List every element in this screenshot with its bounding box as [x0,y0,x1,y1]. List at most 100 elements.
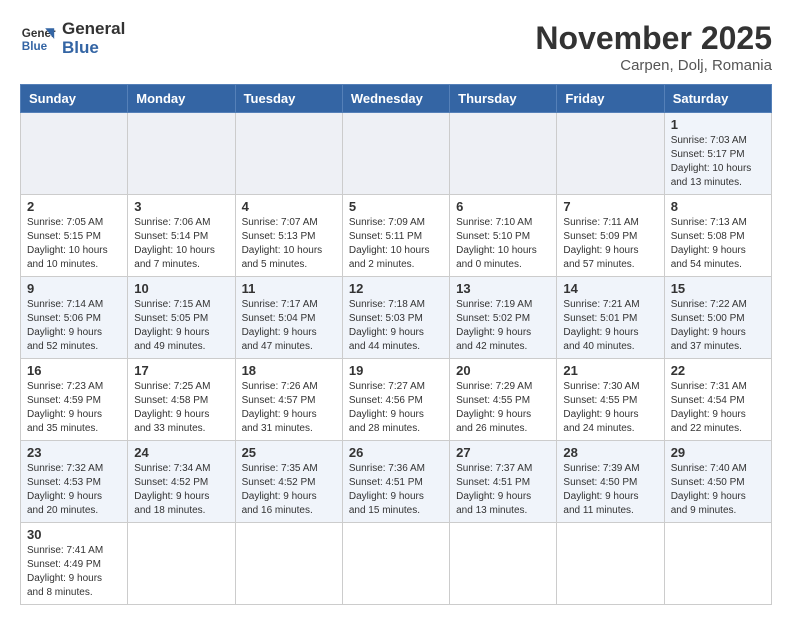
calendar-week-row: 9 Sunrise: 7:14 AM Sunset: 5:06 PM Daylig… [21,277,772,359]
day-number: 17 [134,363,228,378]
calendar-cell: 24 Sunrise: 7:34 AM Sunset: 4:52 PM Dayli… [128,441,235,523]
calendar-cell: 17 Sunrise: 7:25 AM Sunset: 4:58 PM Dayli… [128,359,235,441]
calendar-cell: 13 Sunrise: 7:19 AM Sunset: 5:02 PM Dayli… [450,277,557,359]
day-info: Sunrise: 7:37 AM Sunset: 4:51 PM Dayligh… [456,462,550,518]
weekday-header-tuesday: Tuesday [235,85,342,113]
calendar-cell: 25 Sunrise: 7:35 AM Sunset: 4:52 PM Dayli… [235,441,342,523]
calendar-week-row: 1 Sunrise: 7:03 AM Sunset: 5:17 PM Daylig… [21,113,772,195]
calendar-cell: 12Sunrise: 7:18 AM Sunset: 5:03 PM Dayli… [342,277,449,359]
day-number: 10 [134,281,228,296]
calendar-cell: 19Sunrise: 7:27 AM Sunset: 4:56 PM Dayli… [342,359,449,441]
calendar-cell [450,523,557,605]
day-info: Sunrise: 7:09 AM Sunset: 5:11 PM Dayligh… [349,216,443,272]
calendar-cell: 22Sunrise: 7:31 AM Sunset: 4:54 PM Dayli… [664,359,771,441]
day-number: 8 [671,199,765,214]
day-info: Sunrise: 7:14 AM Sunset: 5:06 PM Dayligh… [27,298,121,354]
calendar-table: SundayMondayTuesdayWednesdayThursdayFrid… [20,84,772,605]
calendar-cell: 6 Sunrise: 7:10 AM Sunset: 5:10 PM Daylig… [450,195,557,277]
day-info: Sunrise: 7:35 AM Sunset: 4:52 PM Dayligh… [242,462,336,518]
calendar-cell: 21 Sunrise: 7:30 AM Sunset: 4:55 PM Dayli… [557,359,664,441]
day-info: Sunrise: 7:15 AM Sunset: 5:05 PM Dayligh… [134,298,228,354]
day-info: Sunrise: 7:23 AM Sunset: 4:59 PM Dayligh… [27,380,121,436]
calendar-week-row: 30Sunrise: 7:41 AM Sunset: 4:49 PM Dayli… [21,523,772,605]
day-info: Sunrise: 7:18 AM Sunset: 5:03 PM Dayligh… [349,298,443,354]
weekday-header-sunday: Sunday [21,85,128,113]
calendar-cell: 16 Sunrise: 7:23 AM Sunset: 4:59 PM Dayli… [21,359,128,441]
day-number: 4 [242,199,336,214]
weekday-header-wednesday: Wednesday [342,85,449,113]
calendar-cell: 20 Sunrise: 7:29 AM Sunset: 4:55 PM Dayli… [450,359,557,441]
calendar-cell: 18 Sunrise: 7:26 AM Sunset: 4:57 PM Dayli… [235,359,342,441]
calendar-cell [450,113,557,195]
day-number: 13 [456,281,550,296]
day-number: 6 [456,199,550,214]
day-info: Sunrise: 7:19 AM Sunset: 5:02 PM Dayligh… [456,298,550,354]
day-info: Sunrise: 7:06 AM Sunset: 5:14 PM Dayligh… [134,216,228,272]
logo-text: General Blue [62,20,125,57]
weekday-header-monday: Monday [128,85,235,113]
day-number: 14 [563,281,657,296]
calendar-cell [235,113,342,195]
day-info: Sunrise: 7:25 AM Sunset: 4:58 PM Dayligh… [134,380,228,436]
title-block: November 2025 Carpen, Dolj, Romania [535,20,772,74]
weekday-header-saturday: Saturday [664,85,771,113]
day-number: 1 [671,117,765,132]
calendar-cell [342,113,449,195]
day-number: 27 [456,445,550,460]
calendar-week-row: 23Sunrise: 7:32 AM Sunset: 4:53 PM Dayli… [21,441,772,523]
day-info: Sunrise: 7:29 AM Sunset: 4:55 PM Dayligh… [456,380,550,436]
calendar-cell: 4 Sunrise: 7:07 AM Sunset: 5:13 PM Daylig… [235,195,342,277]
day-info: Sunrise: 7:07 AM Sunset: 5:13 PM Dayligh… [242,216,336,272]
day-info: Sunrise: 7:36 AM Sunset: 4:51 PM Dayligh… [349,462,443,518]
day-number: 24 [134,445,228,460]
day-info: Sunrise: 7:17 AM Sunset: 5:04 PM Dayligh… [242,298,336,354]
day-info: Sunrise: 7:05 AM Sunset: 5:15 PM Dayligh… [27,216,121,272]
calendar-cell: 1 Sunrise: 7:03 AM Sunset: 5:17 PM Daylig… [664,113,771,195]
day-info: Sunrise: 7:10 AM Sunset: 5:10 PM Dayligh… [456,216,550,272]
page-header: General Blue General Blue November 2025 … [20,20,772,74]
weekday-header-thursday: Thursday [450,85,557,113]
calendar-cell [342,523,449,605]
day-info: Sunrise: 7:27 AM Sunset: 4:56 PM Dayligh… [349,380,443,436]
calendar-cell: 26 Sunrise: 7:36 AM Sunset: 4:51 PM Dayli… [342,441,449,523]
calendar-cell: 15Sunrise: 7:22 AM Sunset: 5:00 PM Dayli… [664,277,771,359]
month-title: November 2025 [535,20,772,57]
day-number: 28 [563,445,657,460]
day-info: Sunrise: 7:11 AM Sunset: 5:09 PM Dayligh… [563,216,657,272]
general-blue-logo-icon: General Blue [20,21,56,57]
calendar-cell: 2Sunrise: 7:05 AM Sunset: 5:15 PM Daylig… [21,195,128,277]
day-number: 16 [27,363,121,378]
calendar-cell [557,113,664,195]
day-number: 26 [349,445,443,460]
day-info: Sunrise: 7:21 AM Sunset: 5:01 PM Dayligh… [563,298,657,354]
day-number: 25 [242,445,336,460]
day-info: Sunrise: 7:13 AM Sunset: 5:08 PM Dayligh… [671,216,765,272]
day-info: Sunrise: 7:40 AM Sunset: 4:50 PM Dayligh… [671,462,765,518]
calendar-cell: 27 Sunrise: 7:37 AM Sunset: 4:51 PM Dayli… [450,441,557,523]
calendar-cell: 23Sunrise: 7:32 AM Sunset: 4:53 PM Dayli… [21,441,128,523]
day-info: Sunrise: 7:31 AM Sunset: 4:54 PM Dayligh… [671,380,765,436]
calendar-week-row: 16 Sunrise: 7:23 AM Sunset: 4:59 PM Dayli… [21,359,772,441]
day-number: 21 [563,363,657,378]
calendar-cell: 5 Sunrise: 7:09 AM Sunset: 5:11 PM Daylig… [342,195,449,277]
day-number: 20 [456,363,550,378]
calendar-cell [664,523,771,605]
logo: General Blue General Blue [20,20,125,57]
day-info: Sunrise: 7:30 AM Sunset: 4:55 PM Dayligh… [563,380,657,436]
calendar-cell: 10 Sunrise: 7:15 AM Sunset: 5:05 PM Dayli… [128,277,235,359]
day-number: 29 [671,445,765,460]
day-number: 30 [27,527,121,542]
calendar-cell: 30Sunrise: 7:41 AM Sunset: 4:49 PM Dayli… [21,523,128,605]
day-info: Sunrise: 7:34 AM Sunset: 4:52 PM Dayligh… [134,462,228,518]
calendar-cell [128,113,235,195]
day-number: 5 [349,199,443,214]
day-info: Sunrise: 7:39 AM Sunset: 4:50 PM Dayligh… [563,462,657,518]
calendar-cell: 8 Sunrise: 7:13 AM Sunset: 5:08 PM Daylig… [664,195,771,277]
calendar-cell [128,523,235,605]
day-number: 18 [242,363,336,378]
day-info: Sunrise: 7:26 AM Sunset: 4:57 PM Dayligh… [242,380,336,436]
day-number: 9 [27,281,121,296]
day-info: Sunrise: 7:03 AM Sunset: 5:17 PM Dayligh… [671,134,765,190]
location: Carpen, Dolj, Romania [535,57,772,74]
calendar-cell [21,113,128,195]
